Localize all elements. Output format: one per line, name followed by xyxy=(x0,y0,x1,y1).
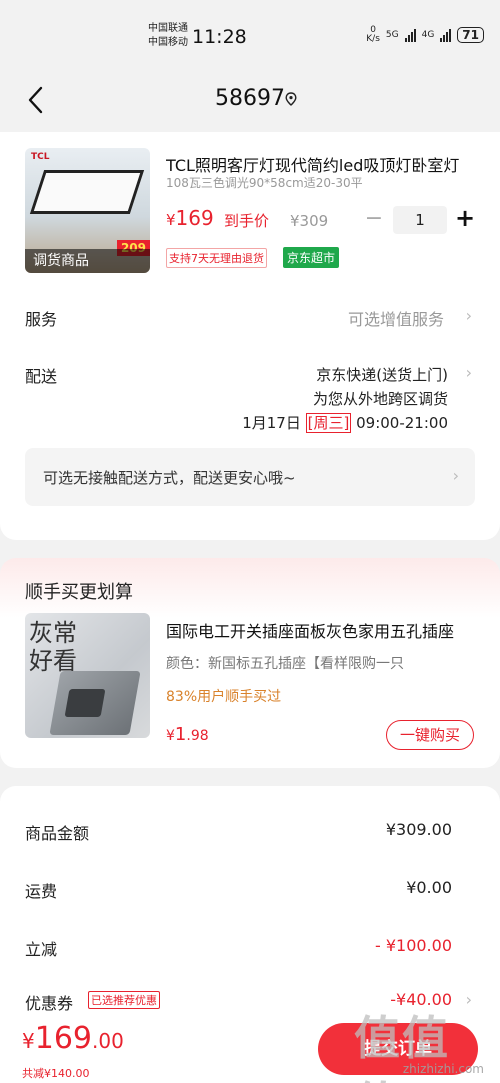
currency-symbol: ¥ xyxy=(166,211,176,229)
transfer-goods-tag: 调货商品 xyxy=(25,249,150,273)
chevron-right-icon: › xyxy=(452,466,459,485)
lamp-image xyxy=(29,170,145,214)
checkout-bar: ¥169.00 共减¥140.00 提交订单 xyxy=(0,1013,500,1083)
total-saved: 共减¥140.00 xyxy=(22,1067,90,1080)
delivery-weekday: [周三] xyxy=(305,413,352,433)
goods-amount-value: ¥309.00 xyxy=(385,820,452,839)
final-price-label: 到手价 xyxy=(224,212,270,230)
price-int: 1 xyxy=(174,724,187,745)
currency-symbol: ¥ xyxy=(22,1029,35,1053)
product-thumbnail[interactable]: TCL 209 调货商品 xyxy=(25,148,150,273)
network-1-label: 5G xyxy=(385,30,399,40)
delivery-date: 1月17日 xyxy=(242,414,301,432)
status-indicators: 0 K/s 5G 4G 71 xyxy=(366,26,484,44)
submit-order-button[interactable]: 提交订单 xyxy=(318,1023,478,1075)
qty-increase-button[interactable]: + xyxy=(455,204,475,232)
brand-logo: TCL xyxy=(31,152,50,162)
carrier-info: 中国联通 中国移动 xyxy=(148,22,188,50)
location-pin-icon[interactable] xyxy=(285,92,297,106)
discount-label: 立减 xyxy=(25,940,58,959)
total-dec: .00 xyxy=(92,1029,124,1053)
coupon-value[interactable]: -¥40.00 xyxy=(390,990,452,1009)
nav-bar: 58697 xyxy=(0,68,500,132)
quantity-input[interactable]: 1 xyxy=(393,206,447,234)
contactless-delivery-option[interactable]: 可选无接触配送方式，配送更安心哦~ › xyxy=(25,448,475,506)
total-int: 169 xyxy=(34,1021,92,1056)
thumb-caption-line-1: 灰常 xyxy=(29,619,77,647)
status-bar: 中国联通 中国移动 11:28 0 K/s 5G 4G 71 xyxy=(0,0,500,68)
return-policy-badge: 支持7天无理由退货 xyxy=(166,248,267,268)
discount-value: - ¥100.00 xyxy=(374,936,452,955)
delivery-label: 配送 xyxy=(25,367,58,386)
recommend-price: ¥1.98 xyxy=(166,724,209,745)
total-price: ¥169.00 xyxy=(22,1021,124,1056)
recommend-title: 顺手买更划算 xyxy=(25,582,133,603)
delivery-time: 1月17日 [周三] 09:00-21:00 xyxy=(242,412,448,433)
original-price: ¥309 xyxy=(290,212,329,230)
carrier-2: 中国移动 xyxy=(148,37,188,48)
shipping-label: 运费 xyxy=(25,882,58,901)
coupon-recommend-tag: 已选推荐优惠 xyxy=(88,991,160,1009)
price-value: 169 xyxy=(175,206,214,230)
product-name[interactable]: TCL照明客厅灯现代简约led吸顶灯卧室灯 xyxy=(166,152,466,176)
store-badge: 京东超市 xyxy=(283,247,340,268)
contactless-text: 可选无接触配送方式，配送更安心哦~ xyxy=(43,469,296,487)
battery-icon: 71 xyxy=(457,27,484,43)
price-dec: .98 xyxy=(186,728,209,744)
goods-amount-label: 商品金额 xyxy=(25,824,90,843)
carrier-1: 中国联通 xyxy=(148,23,188,34)
net-speed: 0 K/s xyxy=(366,26,380,44)
chevron-right-icon[interactable]: › xyxy=(466,990,472,1009)
status-time: 11:28 xyxy=(192,26,247,48)
signal-icon xyxy=(440,28,452,42)
thumb-caption: 灰常 好看 xyxy=(29,619,77,675)
delivery-method[interactable]: 京东快递(送货上门) xyxy=(316,364,448,385)
service-value[interactable]: 可选增值服务 xyxy=(348,306,444,330)
chevron-right-icon[interactable]: › xyxy=(466,306,472,325)
currency-symbol: ¥ xyxy=(166,728,175,744)
product-spec: 108瓦三色调光90*58cm适20-30平 xyxy=(166,176,363,190)
service-label: 服务 xyxy=(25,310,58,329)
qty-decrease-button[interactable]: − xyxy=(364,206,384,231)
chevron-right-icon[interactable]: › xyxy=(466,363,472,382)
signal-icon xyxy=(404,28,416,42)
recommend-buyers: 83%用户顺手买过 xyxy=(166,689,282,705)
delivery-note: 为您从外地跨区调货 xyxy=(312,390,448,408)
recommend-thumbnail[interactable]: 灰常 好看 xyxy=(25,613,150,738)
order-product-card: TCL 209 调货商品 TCL照明客厅灯现代简约led吸顶灯卧室灯 108瓦三… xyxy=(0,132,500,540)
product-price: ¥169 xyxy=(166,206,214,230)
shipping-value: ¥0.00 xyxy=(406,878,452,897)
page-title: 58697 xyxy=(215,86,285,111)
network-2-label: 4G xyxy=(421,30,435,40)
one-click-buy-button[interactable]: 一键购买 xyxy=(386,720,474,750)
net-speed-unit: K/s xyxy=(366,34,380,44)
recommend-card: 顺手买更划算 灰常 好看 国际电工开关插座面板灰色家用五孔插座 颜色：新国标五孔插… xyxy=(0,558,500,768)
coupon-label: 优惠券 xyxy=(25,994,74,1013)
recommend-name[interactable]: 国际电工开关插座面板灰色家用五孔插座 xyxy=(166,618,466,642)
delivery-window: 09:00-21:00 xyxy=(356,414,448,432)
recommend-color: 颜色：新国标五孔插座【看样限购一只 xyxy=(166,656,404,672)
socket-image xyxy=(64,689,106,717)
